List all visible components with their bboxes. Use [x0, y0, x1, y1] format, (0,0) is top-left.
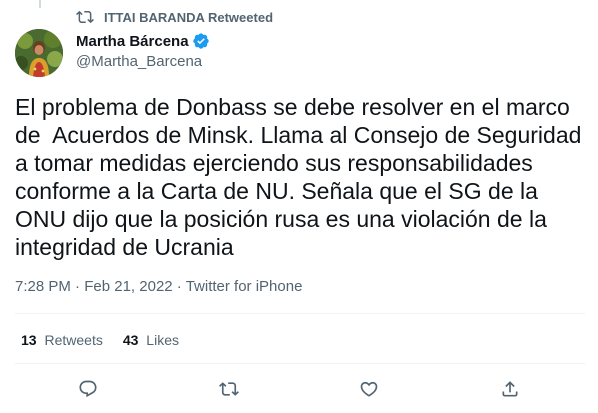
divider	[15, 313, 585, 314]
action-bar	[0, 376, 598, 402]
share-icon	[502, 381, 518, 397]
share-button[interactable]	[497, 376, 523, 402]
retweets-label: Retweets	[44, 332, 103, 348]
retweet-banner[interactable]: ITTAI BARANDA Retweeted	[76, 7, 273, 27]
heart-icon	[360, 381, 378, 397]
retweets-count: 13	[21, 332, 37, 348]
tweet-date[interactable]: Feb 21, 2022	[84, 278, 172, 295]
likes-stat[interactable]: 43 Likes	[123, 332, 179, 348]
tweet-time[interactable]: 7:28 PM	[15, 278, 71, 295]
thread-line	[39, 0, 41, 8]
tweet-stats: 13 Retweets 43 Likes	[21, 332, 199, 348]
reply-icon	[79, 380, 97, 398]
retweet-icon	[76, 8, 94, 26]
retweet-icon	[219, 382, 239, 396]
tweet-source[interactable]: Twitter for iPhone	[186, 278, 303, 295]
like-button[interactable]	[356, 376, 382, 402]
likes-count: 43	[122, 332, 139, 348]
divider	[15, 363, 585, 364]
retweet-banner-text: ITTAI BARANDA Retweeted	[104, 9, 274, 25]
retweets-stat[interactable]: 13 Retweets	[21, 332, 103, 348]
reply-button[interactable]	[75, 376, 101, 402]
verified-badge-icon	[192, 32, 210, 50]
retweet-button[interactable]	[216, 376, 242, 402]
avatar-image	[15, 29, 63, 77]
avatar[interactable]	[15, 29, 63, 77]
author-name[interactable]: Martha Bárcena	[76, 33, 189, 50]
author-block[interactable]: Martha Bárcena @Martha_Barcena	[76, 31, 210, 70]
meta-separator: ·	[75, 278, 85, 295]
meta-separator: ·	[176, 278, 186, 295]
tweet-text: El problema de Donbass se debe resolver …	[15, 94, 582, 260]
author-handle[interactable]: @Martha_Barcena	[76, 53, 210, 70]
likes-label: Likes	[146, 332, 179, 348]
tweet-meta: 7:28 PM · Feb 21, 2022 · Twitter for iPh…	[15, 278, 302, 295]
